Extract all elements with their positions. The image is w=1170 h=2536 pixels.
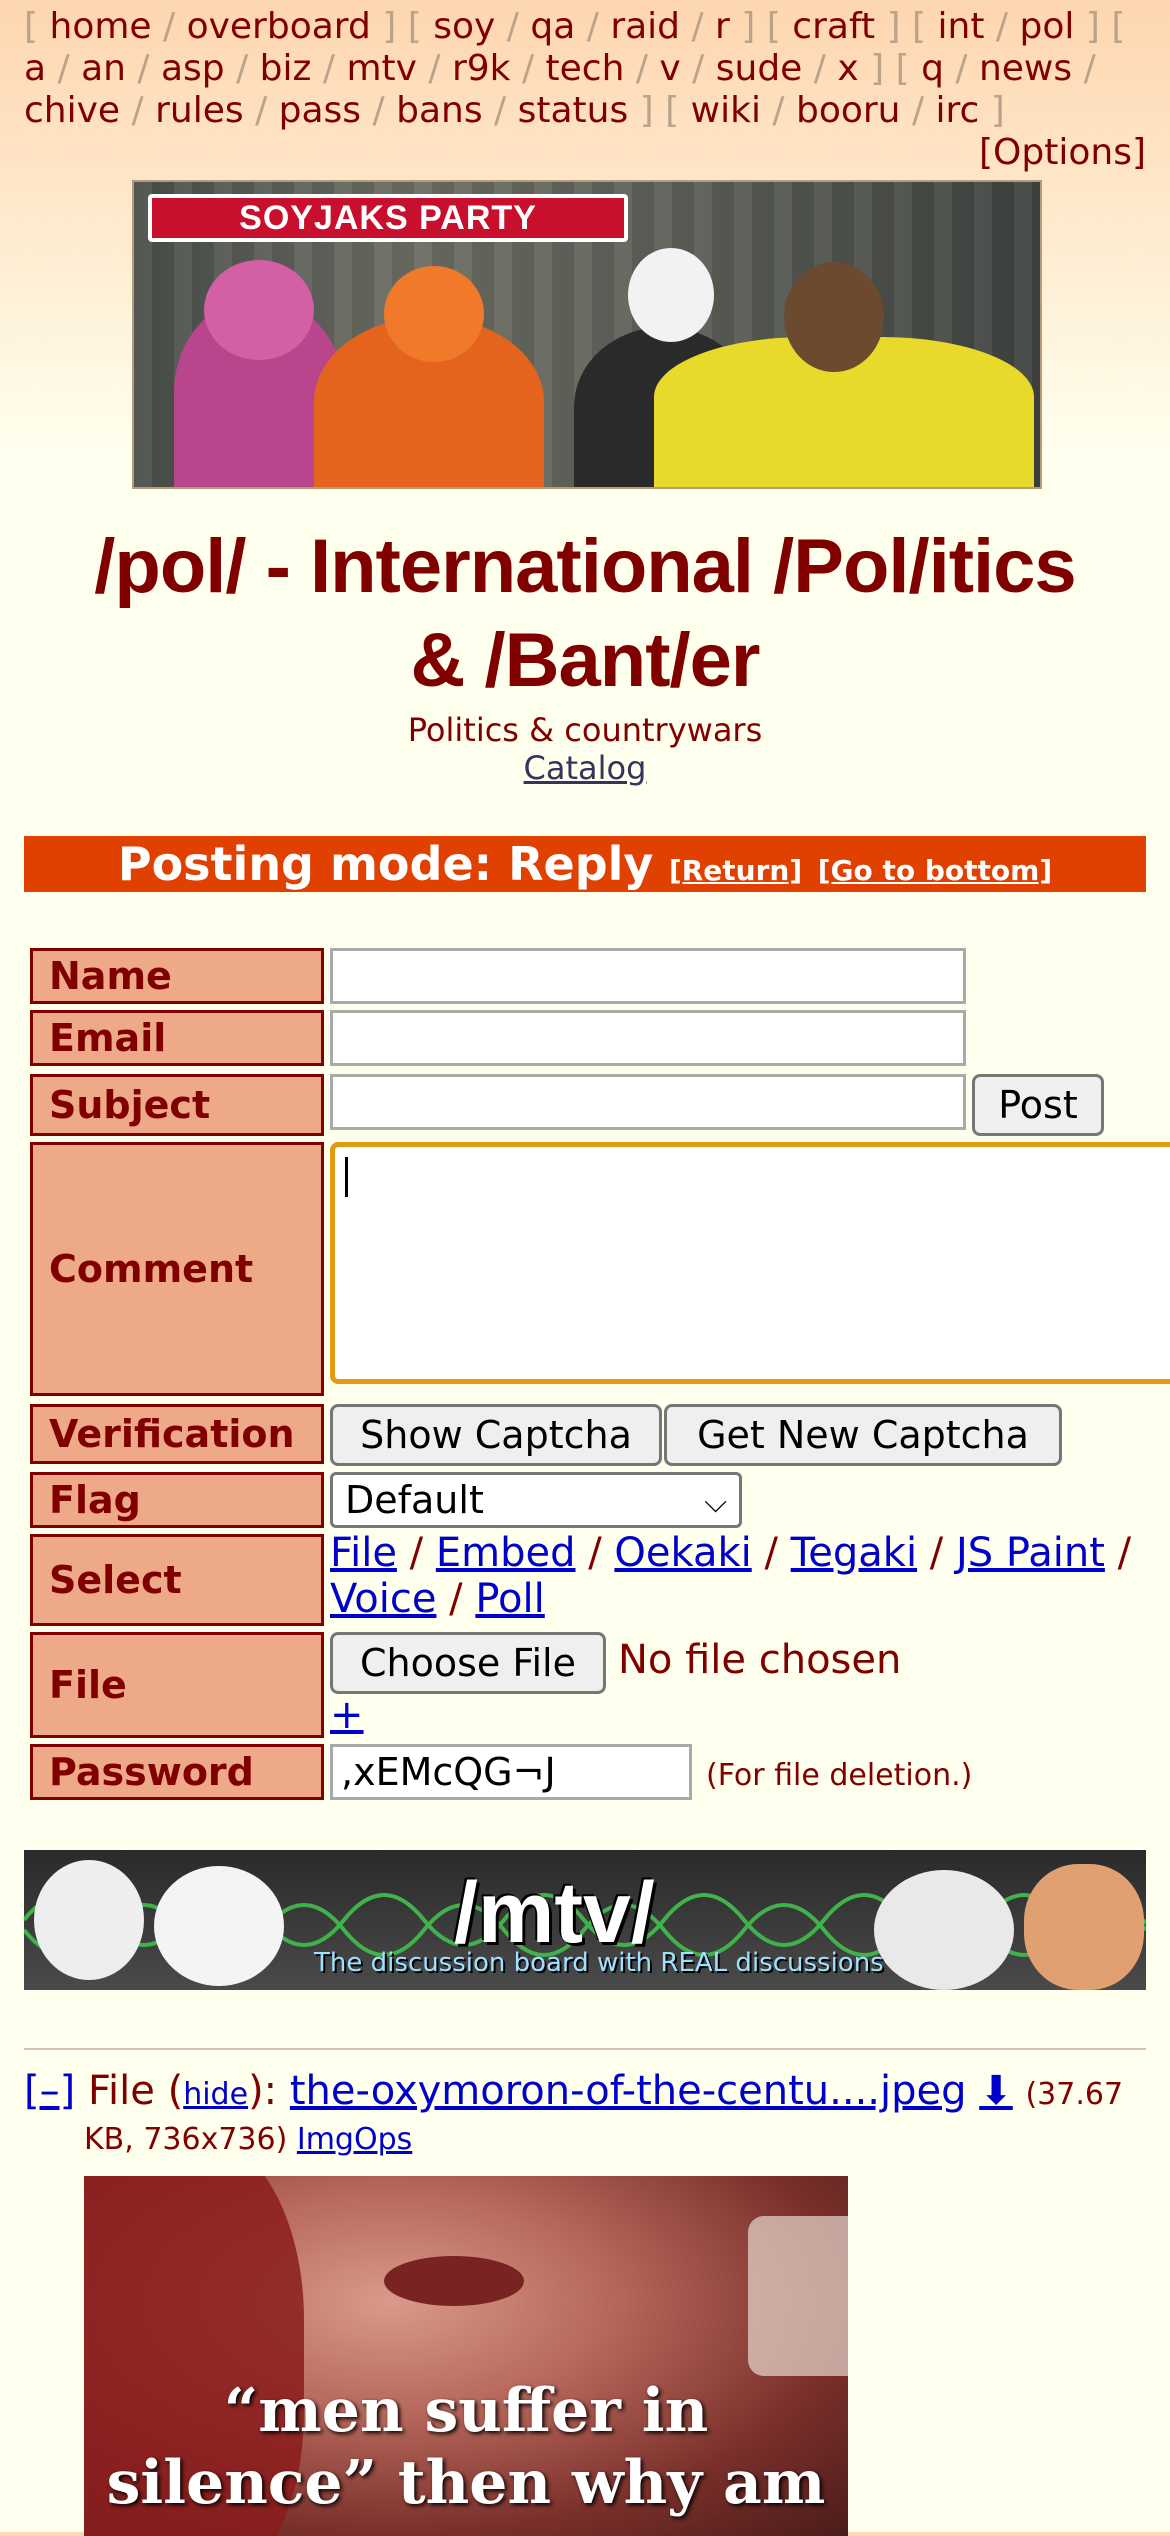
catalog-row: Catalog (0, 748, 1170, 788)
post-button[interactable]: Post (972, 1074, 1104, 1136)
board-link-mtv[interactable]: mtv (346, 48, 417, 89)
board-link-craft[interactable]: craft (792, 6, 875, 47)
board-link-news[interactable]: news (979, 48, 1072, 89)
no-file-status: No file chosen (618, 1637, 902, 1683)
board-link-qa[interactable]: qa (530, 6, 575, 47)
board-subtitle: Politics & countrywars (407, 711, 763, 749)
board-link-booru[interactable]: booru (796, 90, 901, 131)
go-to-bottom-link[interactable]: [Go to bottom] (818, 854, 1052, 887)
verification-label: Verification (30, 1404, 324, 1464)
board-link-v[interactable]: v (659, 48, 680, 89)
image-caption-line-2: silence” then why am (106, 2448, 826, 2518)
board-link-wiki[interactable]: wiki (691, 90, 761, 131)
name-label: Name (30, 948, 324, 1004)
show-captcha-button[interactable]: Show Captcha (330, 1404, 662, 1466)
select-poll-link[interactable]: Poll (475, 1576, 544, 1622)
select-embed-link[interactable]: Embed (436, 1530, 576, 1576)
banner-logo-text: SOYJAKS PARTY (148, 194, 628, 242)
choose-file-button[interactable]: Choose File (330, 1632, 606, 1694)
file-size-b: KB, 736x736) (84, 2122, 288, 2157)
file-size-a: (37.67 (1025, 2077, 1124, 2112)
board-link-bans[interactable]: bans (396, 90, 482, 131)
select-js-paint-link[interactable]: JS Paint (956, 1530, 1105, 1576)
board-link-home[interactable]: home (50, 6, 152, 47)
site-banner[interactable]: SOYJAKS PARTY (132, 180, 1042, 489)
mtv-banner[interactable]: /mtv/ The discussion board with REAL dis… (24, 1850, 1146, 1990)
select-oekaki-link[interactable]: Oekaki (614, 1530, 751, 1576)
text-caret (345, 1157, 348, 1197)
email-label: Email (30, 1010, 324, 1066)
attachment-type-links: File / Embed / Oekaki / Tegaki / JS Pain… (330, 1530, 1132, 1622)
board-link-an[interactable]: an (81, 48, 126, 89)
catalog-link[interactable]: Catalog (524, 749, 647, 787)
flag-label: Flag (30, 1472, 324, 1528)
board-title: /pol/ - International /Pol/itics & /Bant… (0, 520, 1170, 708)
download-icon[interactable]: ⬇ (979, 2068, 1013, 2114)
posting-mode-label: Posting mode: Reply (117, 837, 654, 891)
comment-label: Comment (30, 1142, 324, 1396)
flag-select[interactable]: Default ⌵ (330, 1472, 742, 1528)
select-tegaki-link[interactable]: Tegaki (791, 1530, 917, 1576)
image-caption-line-1: “men suffer in (223, 2376, 709, 2446)
password-note: (For file deletion.) (706, 1758, 973, 1793)
board-list-nav: [ home / overboard ] [ soy / qa / raid /… (24, 6, 1126, 131)
post-file-details: KB, 736x736) ImgOps (84, 2118, 412, 2162)
board-link-soy[interactable]: soy (433, 6, 495, 47)
post-file-info: [–] File (hide): the-oxymoron-of-the-cen… (24, 2066, 1154, 2120)
post-image-thumbnail[interactable]: “men suffer in silence” then why am (84, 2176, 848, 2536)
hide-file-link[interactable]: hide (183, 2077, 248, 2112)
board-link-overboard[interactable]: overboard (187, 6, 371, 47)
board-link-sude[interactable]: sude (716, 48, 803, 89)
options-link[interactable]: [Options] (979, 132, 1146, 174)
file-colon: ): (248, 2068, 278, 2114)
mtv-banner-subtitle: The discussion board with REAL discussio… (314, 1948, 884, 1978)
board-link-asp[interactable]: asp (161, 48, 225, 89)
subject-field[interactable] (330, 1074, 966, 1130)
divider (24, 2048, 1146, 2050)
select-file-link[interactable]: File (330, 1530, 397, 1576)
board-link-r[interactable]: r (715, 6, 730, 47)
password-field[interactable]: ,xEMcQG¬J (330, 1744, 692, 1800)
file-label: File (30, 1632, 324, 1738)
name-field[interactable] (330, 948, 966, 1004)
board-link-x[interactable]: x (837, 48, 858, 89)
board-link-status[interactable]: status (518, 90, 629, 131)
mtv-banner-title: /mtv/ (454, 1865, 655, 1961)
get-new-captcha-button[interactable]: Get New Captcha (664, 1404, 1062, 1466)
file-prefix: File ( (87, 2068, 184, 2114)
add-file-link[interactable]: + (330, 1692, 364, 1738)
subject-label: Subject (30, 1074, 324, 1136)
comment-textarea[interactable] (330, 1142, 1170, 1384)
board-link-rules[interactable]: rules (155, 90, 244, 131)
posting-mode-bar: Posting mode: Reply [Return] [Go to bott… (24, 836, 1146, 892)
board-link-r9k[interactable]: r9k (452, 48, 511, 89)
board-link-pol[interactable]: pol (1020, 6, 1075, 47)
select-voice-link[interactable]: Voice (330, 1576, 436, 1622)
board-link-raid[interactable]: raid (610, 6, 680, 47)
board-link-biz[interactable]: biz (260, 48, 312, 89)
board-link-pass[interactable]: pass (279, 90, 361, 131)
email-field[interactable] (330, 1010, 966, 1066)
return-link[interactable]: [Return] (669, 854, 802, 887)
chevron-down-icon: ⌵ (704, 1485, 727, 1520)
collapse-post-link[interactable]: [–] (24, 2068, 75, 2114)
select-label: Select (30, 1534, 324, 1626)
flag-select-value: Default (345, 1478, 484, 1522)
board-title-line-2: & /Bant/er (410, 618, 761, 703)
board-link-chive[interactable]: chive (24, 90, 120, 131)
board-link-tech[interactable]: tech (546, 48, 625, 89)
password-value: ,xEMcQG¬J (341, 1750, 556, 1794)
board-link-a[interactable]: a (24, 48, 46, 89)
board-title-line-1: /pol/ - International /Pol/itics (94, 524, 1076, 609)
board-link-irc[interactable]: irc (936, 90, 980, 131)
imgops-link[interactable]: ImgOps (297, 2122, 412, 2157)
file-name-link[interactable]: the-oxymoron-of-the-centu....jpeg (290, 2068, 967, 2114)
board-link-int[interactable]: int (938, 6, 985, 47)
password-label: Password (30, 1744, 324, 1800)
board-link-q[interactable]: q (921, 48, 944, 89)
